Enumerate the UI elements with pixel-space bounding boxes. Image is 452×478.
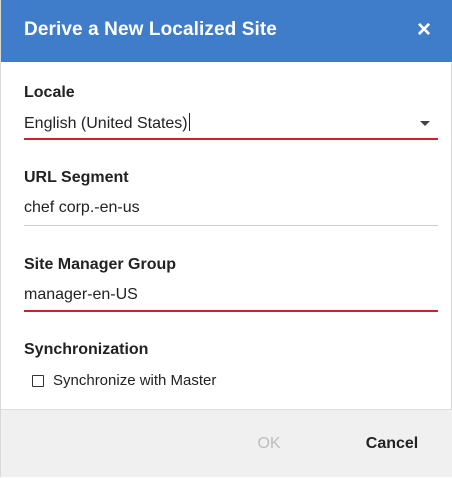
locale-select[interactable]: English (United States) (24, 113, 438, 133)
url-segment-input[interactable]: chef corp.-en-us (24, 198, 438, 218)
site-manager-group-field: Site Manager Group manager-en-US (24, 256, 438, 305)
synchronize-with-master-label: Synchronize with Master (53, 372, 217, 389)
locale-label: Locale (24, 84, 75, 101)
derive-localized-site-dialog: Derive a New Localized Site × Locale Eng… (0, 0, 452, 477)
chevron-down-icon[interactable] (420, 121, 430, 126)
url-segment-underline (24, 225, 438, 226)
synchronization-field: Synchronization (24, 341, 438, 359)
site-manager-group-label: Site Manager Group (24, 256, 177, 273)
site-manager-group-input[interactable]: manager-en-US (24, 285, 438, 305)
url-segment-field: URL Segment chef corp.-en-us (24, 169, 438, 218)
synchronization-label: Synchronization (24, 341, 149, 358)
close-icon[interactable]: × (410, 14, 438, 46)
ok-button[interactable]: OK (241, 410, 297, 478)
synchronize-with-master-option[interactable]: Synchronize with Master (32, 372, 216, 389)
dialog-footer: OK Cancel (1, 409, 452, 477)
site-manager-group-error-underline (24, 310, 438, 312)
cancel-button[interactable]: Cancel (347, 410, 437, 478)
dialog-title: Derive a New Localized Site (24, 19, 277, 40)
url-segment-label: URL Segment (24, 169, 129, 186)
locale-field: Locale English (United States) (24, 84, 438, 133)
synchronize-with-master-checkbox[interactable] (32, 374, 44, 387)
locale-value: English (United States) (24, 115, 188, 132)
locale-error-underline (24, 138, 438, 140)
dialog-header: Derive a New Localized Site × (1, 0, 452, 62)
text-caret (188, 113, 190, 131)
